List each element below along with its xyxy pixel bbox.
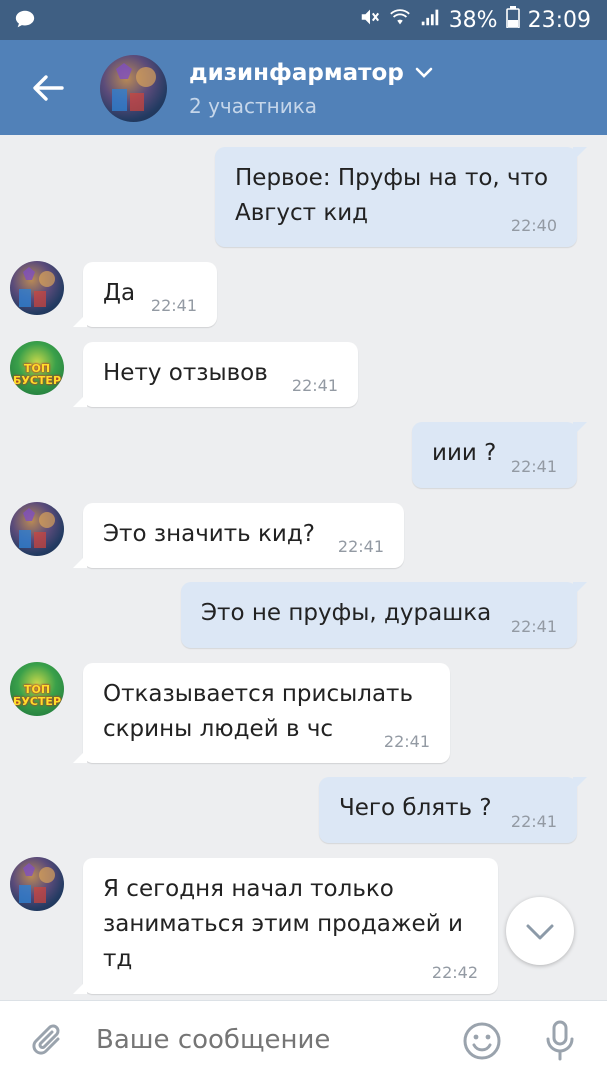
battery-icon [505,6,520,34]
smiley-icon [463,1022,501,1060]
message-time: 22:41 [383,732,430,751]
emoji-button[interactable] [462,1021,502,1065]
chevron-down-icon [415,67,433,78]
message-text: Отказывается присылать [103,681,414,707]
message-incoming[interactable]: Нету отзывов 22:41 [73,342,358,407]
wifi-icon [389,6,411,34]
voice-button[interactable] [540,1019,580,1067]
attach-button[interactable] [28,1021,68,1065]
chat-title-text: дизинфарматор [189,60,404,86]
message-time: 22:40 [510,216,557,235]
message-time: 22:41 [510,812,557,831]
clock: 23:09 [527,7,591,33]
message-time: 22:41 [291,376,338,395]
message-text: скрины людей в чс [103,716,334,742]
scroll-down-button[interactable] [506,897,574,965]
message-text: заниматься этим продажей и [103,911,463,937]
chat-avatar[interactable] [100,55,167,122]
message-text: Август кид [235,200,369,226]
notification-icon [14,8,36,36]
chat-subtitle: 2 участника [189,94,318,118]
back-button[interactable] [28,68,68,108]
chat-header: дизинфарматор 2 участника [0,40,607,135]
avatar[interactable]: ТОП БУСТЕР [10,341,64,395]
battery-percent: 38% [448,7,498,33]
message-time: 22:41 [510,617,557,636]
chevron-down-icon [526,924,554,940]
chat-title[interactable]: дизинфарматор [189,60,434,86]
message-incoming[interactable]: Это значить кид? 22:41 [73,503,404,568]
message-input[interactable] [96,1025,436,1055]
message-time: 22:41 [150,296,197,315]
status-bar: 38% 23:09 [0,0,607,40]
message-outgoing[interactable]: Первое: Пруфы на то, что Август кид 22:4… [215,147,587,247]
message-text: Это не пруфы, дурашка [201,600,492,626]
signal-icon [419,6,441,34]
message-incoming[interactable]: Отказывается присылать скрины людей в чс… [73,663,450,763]
message-time: 22:41 [337,537,384,556]
message-outgoing[interactable]: Чего блять ? 22:41 [319,777,587,843]
avatar[interactable] [10,261,64,315]
avatar[interactable]: ТОП БУСТЕР [10,662,64,716]
microphone-icon [546,1020,574,1061]
paperclip-icon [32,1024,60,1055]
avatar[interactable] [10,502,64,556]
message-outgoing[interactable]: иии ? 22:41 [412,422,587,488]
message-composer [0,1000,607,1080]
avatar-badge-text: ТОП БУСТЕР [12,362,62,387]
message-text: тд [103,946,133,972]
message-text: Первое: Пруфы на то, что [235,165,549,191]
avatar-badge-text: ТОП БУСТЕР [12,683,62,708]
message-time: 22:42 [431,963,478,982]
message-incoming[interactable]: Да 22:41 [73,262,217,327]
arrow-left-icon [33,75,64,101]
message-text: Я сегодня начал только [103,876,394,902]
message-list[interactable]: Первое: Пруфы на то, что Август кид 22:4… [0,135,607,1000]
message-incoming[interactable]: Я сегодня начал только заниматься этим п… [73,858,498,994]
mute-icon [359,6,381,34]
message-time: 22:41 [510,457,557,476]
message-outgoing[interactable]: Это не пруфы, дурашка 22:41 [181,582,587,648]
avatar[interactable] [10,857,64,911]
